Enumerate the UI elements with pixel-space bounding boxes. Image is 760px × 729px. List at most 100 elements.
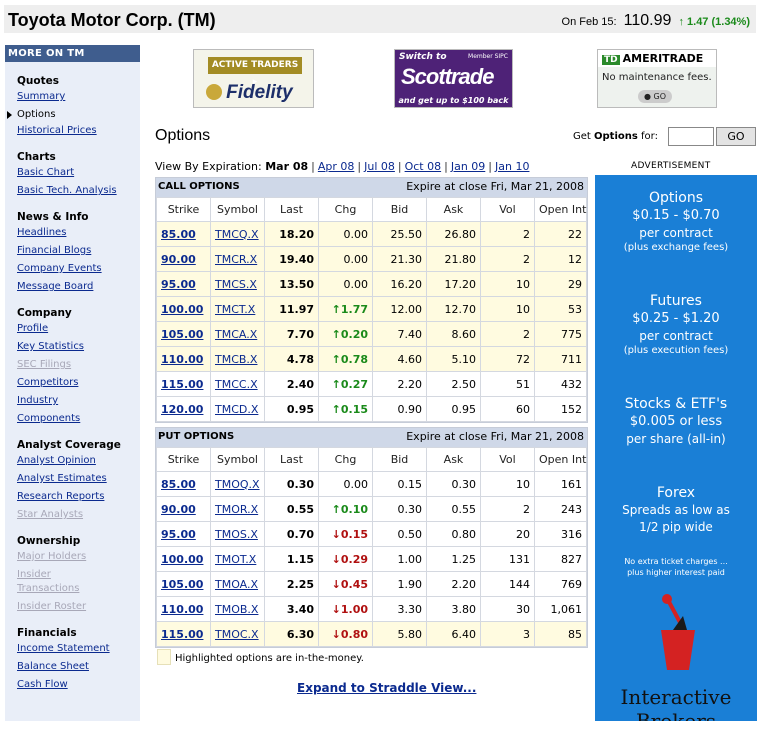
volume-cell: 2 [480, 321, 535, 347]
sidebar-item-income-statement[interactable]: Income Statement [17, 643, 110, 654]
change-cell: ↓0.80 [318, 621, 373, 647]
scottrade-ad[interactable]: Switch to Member SIPC Scottrade and get … [394, 49, 513, 108]
symbol-link[interactable]: TMCS.X [215, 278, 257, 291]
strike-link[interactable]: 100.00 [161, 553, 203, 566]
symbol-cell: TMOS.X [210, 521, 265, 547]
strike-link[interactable]: 115.00 [161, 378, 203, 391]
ad-futures-sub1: per contract [639, 329, 713, 343]
strike-link[interactable]: 105.00 [161, 578, 203, 591]
sidebar-item-competitors[interactable]: Competitors [17, 377, 78, 388]
interactive-brokers-ad[interactable]: Options $0.15 - $0.70 per contract (plus… [595, 175, 757, 721]
symbol-link[interactable]: TMOB.X [215, 603, 258, 616]
symbol-cell: TMOA.X [210, 571, 265, 597]
volume-cell: 10 [480, 296, 535, 322]
symbol-link[interactable]: TMOA.X [215, 578, 258, 591]
sidebar-item-industry[interactable]: Industry [17, 395, 58, 406]
expiration-jul-08[interactable]: Jul 08 [364, 160, 395, 173]
symbol-link[interactable]: TMCQ.X [215, 228, 259, 241]
sidebar-item-major-holders: Major Holders [17, 551, 87, 562]
sidebar-item-headlines[interactable]: Headlines [17, 227, 66, 238]
itm-legend-swatch [157, 649, 171, 665]
strike-link[interactable]: 95.00 [161, 278, 196, 291]
strike-cell: 85.00 [156, 471, 211, 497]
sidebar-item-basic-chart[interactable]: Basic Chart [17, 167, 74, 178]
expiration-jan-10[interactable]: Jan 10 [495, 160, 529, 173]
expiration-jan-09[interactable]: Jan 09 [451, 160, 485, 173]
sidebar-item-message-board[interactable]: Message Board [17, 281, 93, 292]
column-header-chg: Chg [318, 197, 373, 222]
fidelity-ad[interactable]: ACTIVE TRADERS ▸ __Fidelity [193, 49, 314, 108]
strike-link[interactable]: 85.00 [161, 228, 196, 241]
ameritrade-go-button[interactable]: ● GO [638, 90, 672, 103]
symbol-link[interactable]: TMOT.X [215, 553, 256, 566]
strike-link[interactable]: 95.00 [161, 528, 196, 541]
expiration-oct-08[interactable]: Oct 08 [405, 160, 442, 173]
expiration-separator: | [488, 160, 492, 173]
down-arrow-icon: ↓ [331, 627, 341, 641]
bid-cell: 2.20 [372, 371, 427, 397]
strike-link[interactable]: 120.00 [161, 403, 203, 416]
table-row: 120.00 TMCD.X 0.95 ↑0.15 0.90 0.95 60 152 [156, 396, 587, 422]
symbol-link[interactable]: TMCA.X [215, 328, 257, 341]
change-cell: ↑0.10 [318, 496, 373, 522]
column-header-chg: Chg [318, 447, 373, 472]
bid-cell: 3.30 [372, 596, 427, 622]
symbol-link[interactable]: TMCD.X [215, 403, 258, 416]
symbol-cell: TMCR.X [210, 246, 265, 272]
strike-link[interactable]: 90.00 [161, 503, 196, 516]
down-arrow-icon: ↓ [331, 602, 341, 616]
go-button[interactable]: GO [716, 127, 756, 146]
table-row: 90.00 TMCR.X 19.40 0.00 21.30 21.80 2 12 [156, 246, 587, 272]
symbol-link[interactable]: TMOQ.X [215, 478, 260, 491]
sidebar-item-components[interactable]: Components [17, 413, 80, 424]
symbol-link[interactable]: TMCT.X [215, 303, 255, 316]
sidebar-item-summary[interactable]: Summary [17, 91, 65, 102]
strike-link[interactable]: 110.00 [161, 353, 203, 366]
symbol-input[interactable] [668, 127, 714, 146]
strike-link[interactable]: 105.00 [161, 328, 203, 341]
strike-link[interactable]: 85.00 [161, 478, 196, 491]
change-cell: ↑0.27 [318, 371, 373, 397]
quote-price: 110.99 [623, 12, 672, 29]
sidebar-item-basic-tech-analysis[interactable]: Basic Tech. Analysis [17, 185, 117, 196]
sidebar-item-research-reports[interactable]: Research Reports [17, 491, 104, 502]
symbol-link[interactable]: TMCR.X [215, 253, 257, 266]
change-value: 0.27 [340, 377, 368, 391]
sidebar-item-balance-sheet[interactable]: Balance Sheet [17, 661, 89, 672]
up-arrow-icon: ↑ [678, 16, 684, 28]
strike-link[interactable]: 110.00 [161, 603, 203, 616]
symbol-link[interactable]: TMCC.X [215, 378, 258, 391]
sidebar-item-profile[interactable]: Profile [17, 323, 48, 334]
symbol-link[interactable]: TMCB.X [215, 353, 257, 366]
scottrade-offer: and get up to $100 back [398, 96, 509, 105]
change-cell: 0.00 [318, 471, 373, 497]
symbol-cell: TMCT.X [210, 296, 265, 322]
strike-link[interactable]: 100.00 [161, 303, 203, 316]
sidebar-item-financial-blogs[interactable]: Financial Blogs [17, 245, 91, 256]
straddle-view-link[interactable]: Expand to Straddle View... [297, 681, 476, 695]
sidebar-item-cash-flow[interactable]: Cash Flow [17, 679, 68, 690]
expiration-apr-08[interactable]: Apr 08 [318, 160, 355, 173]
sidebar-item-key-statistics[interactable]: Key Statistics [17, 341, 84, 352]
bid-cell: 16.20 [372, 271, 427, 297]
bid-cell: 21.30 [372, 246, 427, 272]
table-row: 115.00 TMCC.X 2.40 ↑0.27 2.20 2.50 51 432 [156, 371, 587, 397]
change-value: 0.10 [340, 502, 368, 516]
sidebar-item-historical-prices[interactable]: Historical Prices [17, 125, 97, 136]
open-interest-cell: 85 [534, 621, 587, 647]
strike-link[interactable]: 90.00 [161, 253, 196, 266]
symbol-link[interactable]: TMOR.X [215, 503, 258, 516]
symbol-link[interactable]: TMOS.X [215, 528, 258, 541]
ib-logo-icon [661, 594, 695, 670]
ask-cell: 1.25 [426, 546, 481, 572]
sidebar-group-news-info: News & Info [17, 211, 89, 223]
bid-cell: 0.30 [372, 496, 427, 522]
sidebar-item-analyst-opinion[interactable]: Analyst Opinion [17, 455, 96, 466]
sidebar-item-company-events[interactable]: Company Events [17, 263, 102, 274]
sidebar-item-sec-filings: SEC Filings [17, 359, 72, 370]
ameritrade-ad[interactable]: TD AMERITRADE No maintenance fees. ● GO [597, 49, 717, 108]
strike-link[interactable]: 115.00 [161, 628, 203, 641]
last-cell: 4.78 [264, 346, 319, 372]
sidebar-item-analyst-estimates[interactable]: Analyst Estimates [17, 473, 107, 484]
symbol-link[interactable]: TMOC.X [215, 628, 259, 641]
